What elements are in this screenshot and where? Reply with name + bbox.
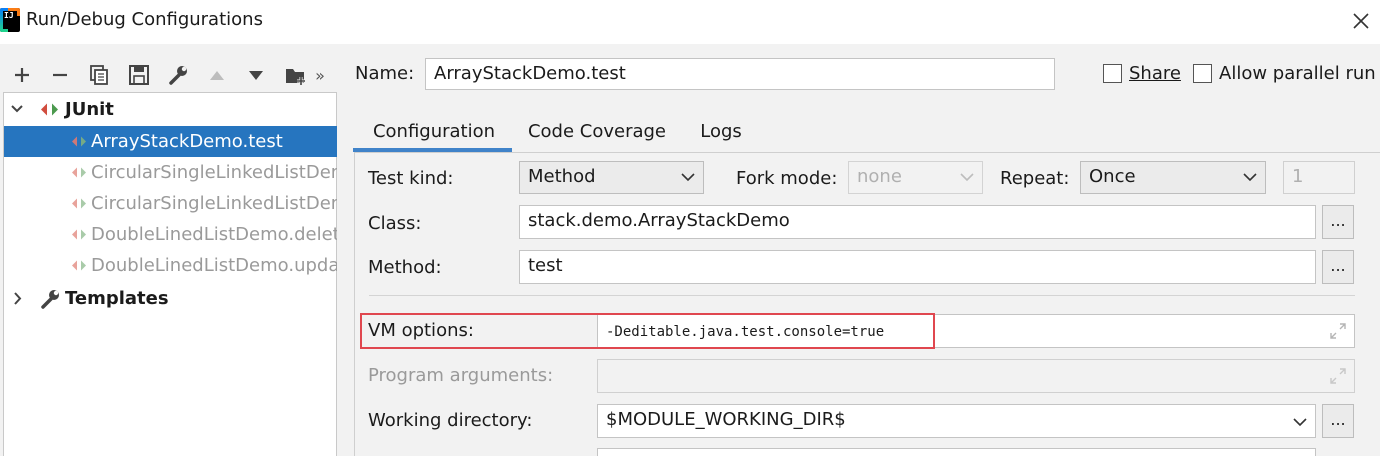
wrench-icon [39,283,61,314]
tree-item[interactable]: CircularSingleLinkedListDemo [4,157,338,188]
allow-parallel-run-checkbox[interactable] [1193,64,1212,83]
junit-test-icon [70,250,90,281]
test-kind-dropdown[interactable]: Method [519,161,704,194]
expand-icon[interactable] [1330,368,1346,384]
tree-item[interactable]: DoubleLinedListDemo.update [4,250,338,281]
chevron-down-icon [681,173,695,182]
tree-item-label: DoubleLinedListDemo.delete [91,224,338,245]
move-up-icon[interactable] [202,62,232,88]
class-input[interactable]: stack.demo.ArrayStackDemo [519,205,1316,239]
repeat-count-input[interactable]: 1 [1283,161,1355,194]
method-browse-button[interactable]: ... [1322,250,1354,284]
tree-node-templates[interactable]: Templates [4,283,338,314]
tab-code-coverage[interactable]: Code Coverage [522,112,672,152]
tree-item-label: ArrayStackDemo.test [91,131,283,152]
allow-parallel-run-label: Allow parallel run [1219,63,1376,84]
repeat-label: Repeat: [1000,168,1070,189]
title-bar: IJ Run/Debug Configurations [0,0,1380,44]
tab-configuration[interactable]: Configuration [359,112,509,152]
test-kind-value: Method [528,166,596,187]
tree-item[interactable]: DoubleLinedListDemo.delete [4,219,338,250]
tree-item-label: CircularSingleLinkedListDemo [91,193,338,214]
tree-item[interactable]: ArrayStackDemo.test [4,126,338,157]
tree-node-label: Templates [65,288,169,309]
window-title: Run/Debug Configurations [26,9,263,30]
chevron-down-icon [1243,173,1257,182]
expand-chevron-icon[interactable] [9,94,25,125]
tree-item-label: CircularSingleLinkedListDemo [91,162,338,183]
fork-mode-value: none [857,166,902,187]
tree-node-label: JUnit [65,99,114,120]
intellij-app-icon: IJ [0,8,20,32]
share-label: Share [1129,63,1181,84]
separator [369,295,1355,296]
name-input[interactable]: ArrayStackDemo.test [425,58,1055,90]
junit-test-icon [70,157,90,188]
expand-icon[interactable] [1330,323,1346,339]
tab-logs[interactable]: Logs [689,112,753,152]
wrench-icon[interactable] [163,62,193,88]
chevron-down-icon [1293,418,1307,427]
name-label: Name: [355,63,415,84]
collapse-chevron-icon[interactable] [9,283,25,314]
repeat-value: Once [1089,166,1136,187]
method-label: Method: [368,257,442,278]
method-input[interactable]: test [519,250,1316,284]
working-directory-label: Working directory: [368,410,533,431]
next-field-partial[interactable] [597,448,1316,456]
fork-mode-label: Fork mode: [736,168,838,189]
chevron-down-icon [960,173,974,182]
working-directory-dropdown[interactable]: $MODULE_WORKING_DIR$ [597,404,1316,438]
fork-mode-dropdown[interactable]: none [848,161,983,194]
remove-icon[interactable] [45,62,75,88]
class-label: Class: [368,213,422,234]
class-browse-button[interactable]: ... [1322,205,1354,239]
new-folder-icon[interactable] [281,62,311,88]
add-icon[interactable] [7,62,37,88]
test-kind-label: Test kind: [368,168,454,189]
tree-item[interactable]: CircularSingleLinkedListDemo [4,188,338,219]
tree-item-label: DoubleLinedListDemo.update [91,255,338,276]
configuration-editor: Name: ArrayStackDemo.test Share Allow pa… [337,44,1380,456]
more-icon[interactable]: » [310,62,330,88]
junit-test-icon [70,126,90,157]
junit-icon [39,94,61,125]
configurations-tree: JUnit ArrayStackDemo.test CircularSingle… [3,92,338,456]
copy-icon[interactable] [84,62,114,88]
working-directory-browse-button[interactable]: ... [1322,404,1354,438]
highlight-box [360,313,935,349]
junit-test-icon [70,188,90,219]
repeat-dropdown[interactable]: Once [1080,161,1266,194]
junit-test-icon [70,219,90,250]
working-directory-value: $MODULE_WORKING_DIR$ [606,409,846,430]
save-icon[interactable] [124,62,154,88]
close-icon[interactable] [1346,6,1376,36]
share-checkbox[interactable] [1103,64,1122,83]
tree-node-junit[interactable]: JUnit [4,94,338,125]
program-arguments-input[interactable] [597,359,1355,393]
move-down-icon[interactable] [241,62,271,88]
program-arguments-label: Program arguments: [368,365,554,386]
